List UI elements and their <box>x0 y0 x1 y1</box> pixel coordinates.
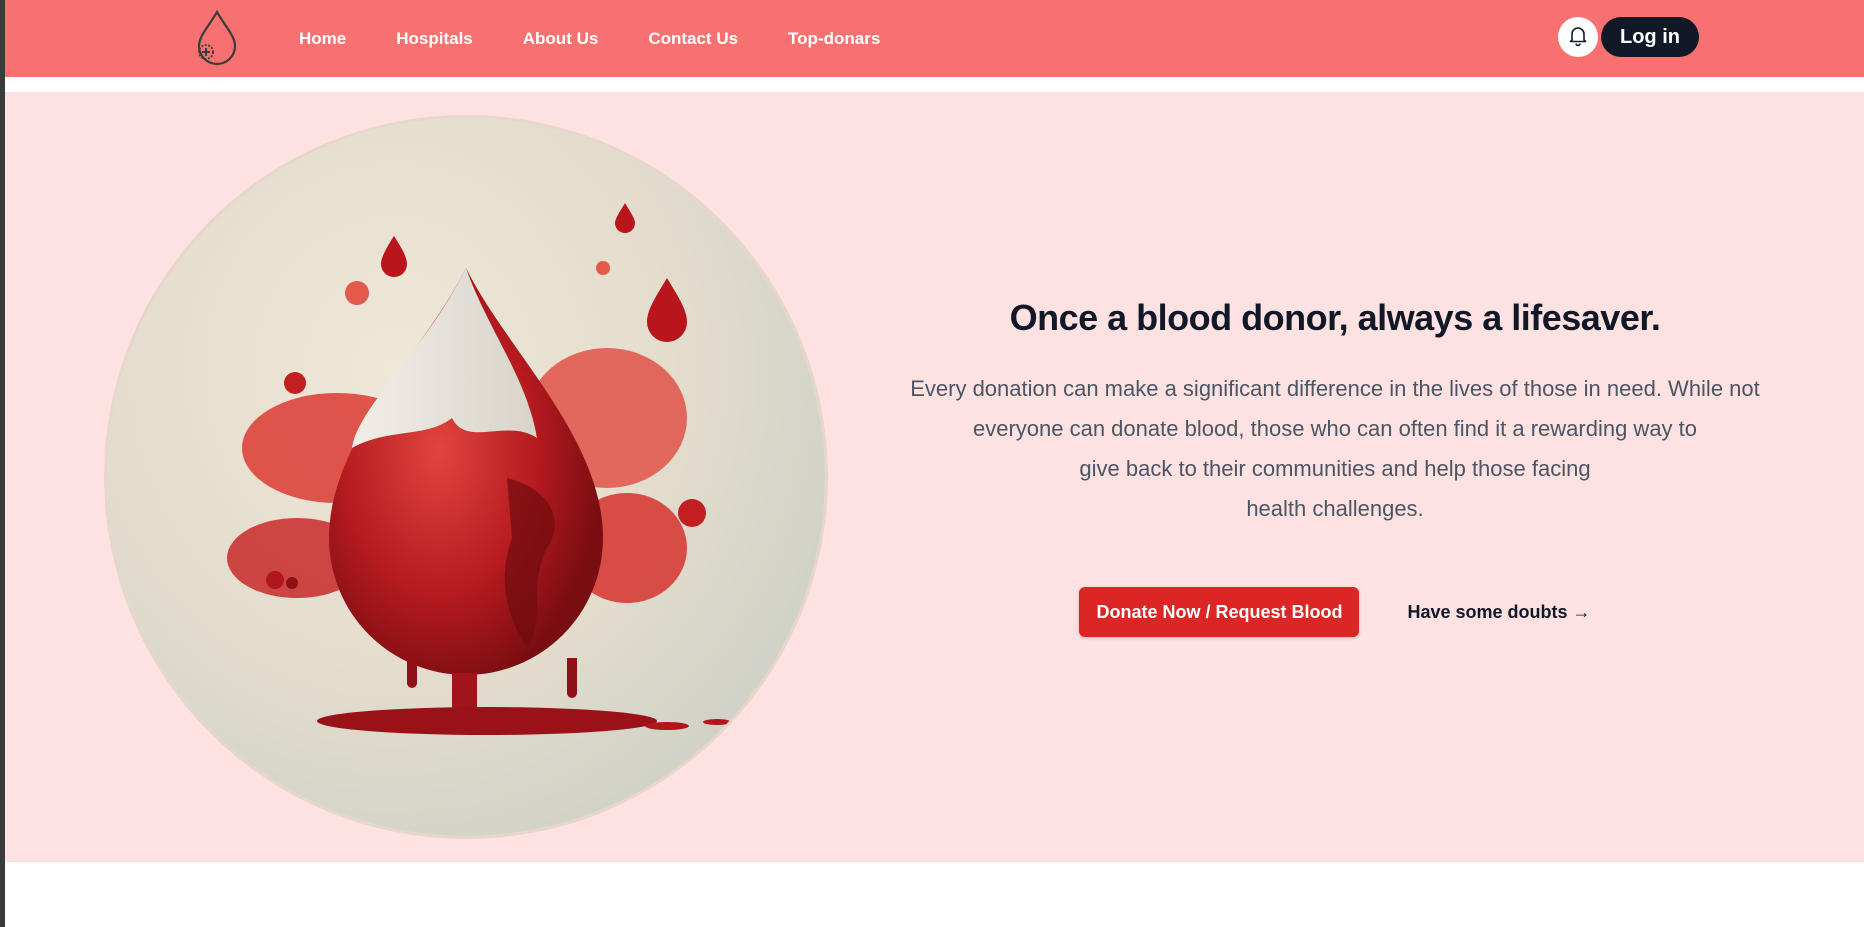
nav-hospitals[interactable]: Hospitals <box>396 29 473 49</box>
hero-title: Once a blood donor, always a lifesaver. <box>1009 297 1661 338</box>
nav-home[interactable]: Home <box>299 29 346 49</box>
hero-actions: Donate Now / Request Blood Have some dou… <box>885 587 1785 637</box>
navbar: Home Hospitals About Us Contact Us Top-d… <box>5 0 1864 77</box>
have-doubts-link[interactable]: Have some doubts → <box>1407 602 1590 623</box>
blood-drop-logo-icon[interactable] <box>187 8 247 66</box>
hero-illustration <box>107 118 825 836</box>
hero-description-line: Every donation can make a significant di… <box>910 376 1760 401</box>
notifications-button[interactable] <box>1558 17 1598 57</box>
bell-icon <box>1566 23 1590 52</box>
hero-description: Every donation can make a significant di… <box>895 369 1775 529</box>
hero-text: Once a blood donor, always a lifesaver. … <box>885 297 1785 637</box>
nav-about-us[interactable]: About Us <box>523 29 599 49</box>
hero-description-line: give back to their communities and help … <box>1079 456 1591 481</box>
donate-request-button[interactable]: Donate Now / Request Blood <box>1079 587 1360 637</box>
hero-description-line: health challenges. <box>1246 496 1424 521</box>
nav-links: Home Hospitals About Us Contact Us Top-d… <box>299 0 880 77</box>
hero-section: Once a blood donor, always a lifesaver. … <box>5 92 1864 862</box>
login-button[interactable]: Log in <box>1601 17 1699 57</box>
hero-description-line: everyone can donate blood, those who can… <box>972 416 1698 441</box>
nav-top-donars[interactable]: Top-donars <box>788 29 880 49</box>
nav-contact-us[interactable]: Contact Us <box>648 29 738 49</box>
page: Home Hospitals About Us Contact Us Top-d… <box>5 0 1864 927</box>
